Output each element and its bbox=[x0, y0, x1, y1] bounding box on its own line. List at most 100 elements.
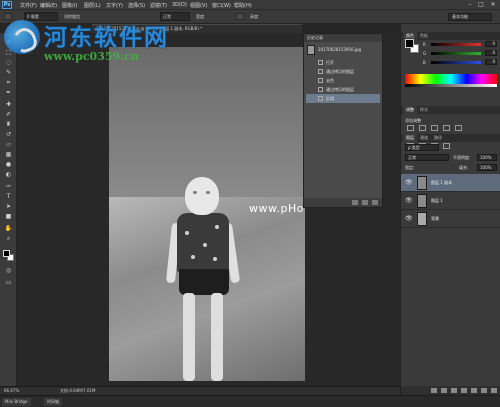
feather-field[interactable]: 0 像素 bbox=[24, 12, 58, 21]
color-spectrum[interactable] bbox=[405, 74, 497, 84]
camera-icon[interactable] bbox=[362, 200, 368, 205]
curves-icon[interactable] bbox=[431, 125, 438, 131]
menu-file[interactable]: 文件(F) bbox=[20, 2, 37, 9]
lasso-tool[interactable]: ◌ bbox=[4, 59, 13, 67]
history-snapshot[interactable]: 20170628153956.jpg bbox=[306, 43, 380, 57]
history-state-active[interactable]: 反相 bbox=[306, 94, 380, 103]
fill-field[interactable]: 100% bbox=[477, 164, 497, 171]
levels-icon[interactable] bbox=[419, 125, 426, 131]
new-layer-icon[interactable] bbox=[481, 388, 487, 393]
tab-timeline[interactable]: 时间轴 bbox=[44, 398, 62, 406]
minimize-icon[interactable]: – bbox=[466, 1, 474, 9]
style-select[interactable]: 正常 bbox=[160, 12, 190, 21]
layers-footer bbox=[401, 386, 500, 395]
document-size[interactable]: 文档:4.64M/7.01M bbox=[60, 388, 95, 394]
pen-tool[interactable]: ✑ bbox=[4, 183, 13, 191]
new-document-icon[interactable] bbox=[352, 200, 358, 205]
eyedropper-tool[interactable]: ✒ bbox=[4, 89, 13, 97]
slider-value-g[interactable]: 0 bbox=[485, 50, 497, 56]
quick-mask-tool[interactable]: ◎ bbox=[4, 267, 13, 275]
group-icon[interactable] bbox=[471, 388, 477, 393]
link-layers-icon[interactable] bbox=[431, 388, 437, 393]
quick-select-tool[interactable]: ✎ bbox=[4, 69, 13, 77]
menu-3d[interactable]: 3D(D) bbox=[172, 2, 187, 8]
menu-help[interactable]: 帮助(H) bbox=[234, 2, 252, 9]
menu-type[interactable]: 文字(Y) bbox=[106, 2, 123, 9]
path-select-tool[interactable]: ➤ bbox=[4, 203, 13, 211]
hand-tool[interactable]: ✋ bbox=[4, 225, 13, 233]
tab-swatches[interactable]: 色板 bbox=[417, 32, 431, 40]
zoom-tool[interactable]: ⌕ bbox=[4, 235, 13, 243]
move-tool[interactable]: ✥ bbox=[4, 39, 13, 47]
gray-ramp[interactable] bbox=[405, 84, 497, 87]
menu-view[interactable]: 视图(V) bbox=[190, 2, 207, 9]
brush-tool[interactable]: ✐ bbox=[4, 111, 13, 119]
layer-item[interactable]: 👁 背景 bbox=[401, 210, 500, 228]
menu-edit[interactable]: 编辑(E) bbox=[40, 2, 57, 9]
menu-image[interactable]: 图像(I) bbox=[62, 2, 77, 9]
slider-b[interactable] bbox=[431, 61, 481, 64]
slider-value-r[interactable]: 0 bbox=[485, 41, 497, 47]
screen-mode-tool[interactable]: ▭ bbox=[4, 279, 13, 287]
history-state[interactable]: 去色 bbox=[306, 76, 380, 85]
layer-item[interactable]: 👁 图层 1 副本 bbox=[401, 174, 500, 192]
eraser-tool[interactable]: ▱ bbox=[4, 141, 13, 149]
opacity-field[interactable]: 100% bbox=[477, 154, 497, 161]
tool-preset-icon[interactable] bbox=[4, 13, 12, 20]
gradient-tool[interactable]: ▦ bbox=[4, 151, 13, 159]
history-state[interactable]: 通过拷贝的图层 bbox=[306, 85, 380, 94]
workspace-select[interactable]: 基本功能 bbox=[448, 13, 492, 21]
history-state-label: 打开 bbox=[326, 60, 334, 65]
brightness-icon[interactable] bbox=[407, 125, 414, 131]
healing-tool[interactable]: ✚ bbox=[4, 101, 13, 109]
menu-layer[interactable]: 图层(L) bbox=[84, 2, 101, 9]
history-state[interactable]: 打开 bbox=[306, 58, 380, 67]
menu-filter[interactable]: 滤镜(T) bbox=[150, 2, 167, 9]
shape-tool[interactable]: ■ bbox=[4, 213, 13, 221]
document-tab[interactable]: 20170628153956.jpg @ 66.7% (图层 1 副本, RGB… bbox=[92, 24, 302, 33]
type-tool[interactable]: T bbox=[4, 193, 13, 201]
slider-g[interactable] bbox=[431, 52, 481, 55]
slider-r[interactable] bbox=[431, 43, 481, 46]
layer-kind-filter[interactable]: ρ 类型 bbox=[405, 144, 439, 151]
dodge-tool[interactable]: ◐ bbox=[4, 171, 13, 179]
menu-select[interactable]: 选择(S) bbox=[128, 2, 145, 9]
vibrance-icon[interactable] bbox=[455, 125, 462, 131]
zoom-level[interactable]: 66.67% bbox=[4, 388, 19, 393]
clone-stamp-tool[interactable]: ♜ bbox=[4, 121, 13, 129]
slider-value-b[interactable]: 0 bbox=[485, 59, 497, 65]
adjustment-layer-icon[interactable] bbox=[461, 388, 467, 393]
foreground-color[interactable] bbox=[3, 250, 10, 257]
antialias-label[interactable]: 消除锯齿 bbox=[64, 14, 80, 20]
marquee-icon: ⬚ bbox=[5, 49, 12, 56]
exposure-icon[interactable] bbox=[443, 125, 450, 131]
trash-icon[interactable] bbox=[372, 200, 378, 205]
child-shorts bbox=[179, 269, 229, 295]
history-brush-tool[interactable]: ↺ bbox=[4, 131, 13, 139]
history-tab[interactable]: 历史记录 bbox=[304, 34, 382, 42]
blend-mode-select[interactable]: 正常 bbox=[405, 154, 449, 161]
maximize-icon[interactable]: □ bbox=[477, 1, 485, 9]
blur-tool[interactable]: ● bbox=[4, 161, 13, 169]
color-foreground[interactable] bbox=[405, 39, 414, 48]
crop-tool[interactable]: ⌗ bbox=[4, 79, 13, 87]
tab-channels[interactable]: 通道 bbox=[417, 134, 431, 142]
document-image[interactable]: www.pHome.NET bbox=[109, 47, 305, 381]
layer-mask-icon[interactable] bbox=[451, 388, 457, 393]
swap-icon[interactable] bbox=[236, 13, 244, 20]
tab-paths[interactable]: 路径 bbox=[431, 134, 445, 142]
trash-icon[interactable] bbox=[491, 388, 497, 393]
marquee-tool[interactable]: ⬚ bbox=[4, 49, 13, 57]
eye-icon[interactable]: 👁 bbox=[405, 197, 413, 204]
eye-icon[interactable]: 👁 bbox=[405, 179, 413, 186]
layer-item[interactable]: 👁 图层 1 bbox=[401, 192, 500, 210]
menu-window[interactable]: 窗口(W) bbox=[212, 2, 231, 9]
close-icon[interactable]: ✕ bbox=[489, 1, 497, 9]
eye-icon[interactable]: 👁 bbox=[405, 215, 413, 222]
layer-style-icon[interactable] bbox=[441, 388, 447, 393]
tab-styles[interactable]: 样式 bbox=[417, 106, 431, 114]
tab-adjustments[interactable]: 调整 bbox=[403, 106, 417, 114]
tab-mini-bridge[interactable]: Mini Bridge bbox=[2, 398, 31, 406]
history-state[interactable]: 通过拷贝的图层 bbox=[306, 67, 380, 76]
tab-layers[interactable]: 图层 bbox=[403, 134, 417, 142]
